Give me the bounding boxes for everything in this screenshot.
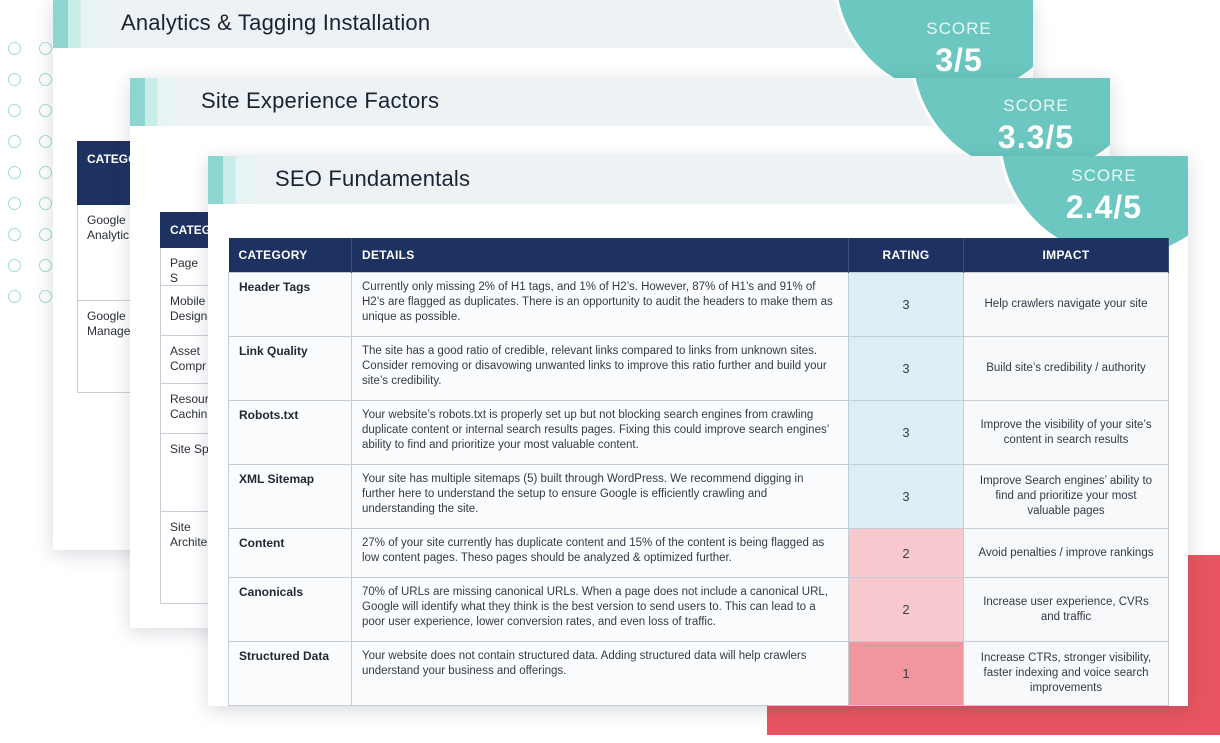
details-cell: Your website does not contain structured… — [351, 641, 849, 706]
seo-card: SEO Fundamentals SCORE 2.4/5 CATEGORY DE… — [208, 156, 1188, 706]
impact-cell: Help crawlers navigate your site — [963, 272, 1169, 337]
category-cell: Header Tags — [228, 272, 352, 337]
score-label: SCORE — [1003, 96, 1069, 115]
decorative-dot — [8, 166, 21, 179]
decorative-dot — [8, 228, 21, 241]
score-label: SCORE — [926, 19, 992, 38]
rating-cell: 3 — [848, 464, 964, 529]
column-header-rating: RATING — [848, 238, 964, 273]
details-cell: 27% of your site currently has duplicate… — [351, 528, 849, 578]
header-accent — [208, 156, 258, 204]
decorative-dot-grid — [8, 42, 58, 312]
decorative-dot — [8, 259, 21, 272]
score-value: 3.3/5 — [997, 119, 1075, 155]
category-column-header: CATEG — [160, 212, 210, 248]
category-cell: Link Quality — [228, 336, 352, 401]
card-title: Analytics & Tagging Installation — [121, 10, 431, 35]
category-cell: Page S — [161, 248, 209, 286]
column-header-impact: IMPACT — [963, 238, 1169, 273]
seo-table: CATEGORY DETAILS RATING IMPACT Header Ta… — [228, 238, 1169, 706]
decorative-dot — [39, 73, 52, 86]
rating-cell: 3 — [848, 336, 964, 401]
decorative-dot — [8, 197, 21, 210]
details-cell: Your website’s robots.txt is properly se… — [351, 400, 849, 465]
impact-cell: Increase user experience, CVRs and traff… — [963, 577, 1169, 642]
score-value: 2.4/5 — [1065, 189, 1143, 225]
decorative-dot — [39, 135, 52, 148]
decorative-dot — [8, 135, 21, 148]
category-column: Page S Mobile Design Asset Compr Resour … — [160, 248, 210, 604]
category-cell: Robots.txt — [228, 400, 352, 465]
header-accent — [53, 0, 103, 48]
decorative-dot — [39, 104, 52, 117]
category-cell: Resour Cachin — [161, 384, 209, 434]
card-title: SEO Fundamentals — [275, 166, 471, 191]
category-cell: Canonicals — [228, 577, 352, 642]
decorative-dot — [8, 104, 21, 117]
column-header-details: DETAILS — [351, 238, 849, 273]
table-header-row: CATEGORY DETAILS RATING IMPACT — [228, 238, 1169, 273]
impact-cell: Avoid penalties / improve rankings — [963, 528, 1169, 578]
category-cell: Site Sp — [161, 434, 209, 512]
details-cell: Currently only missing 2% of H1 tags, an… — [351, 272, 849, 337]
header-accent — [130, 78, 180, 126]
table-row: Header Tags Currently only missing 2% of … — [228, 272, 1169, 337]
rating-cell: 3 — [848, 272, 964, 337]
impact-cell: Build site’s credibility / authority — [963, 336, 1169, 401]
table-row: Robots.txt Your website’s robots.txt is p… — [228, 400, 1169, 465]
category-cell: Structured Data — [228, 641, 352, 706]
decorative-dot — [8, 290, 21, 303]
impact-cell: Improve Search engines’ ability to find … — [963, 464, 1169, 529]
rating-cell: 2 — [848, 528, 964, 578]
rating-cell: 2 — [848, 577, 964, 642]
decorative-dot — [39, 197, 52, 210]
impact-cell: Improve the visibility of your site’s co… — [963, 400, 1169, 465]
score-value: 3/5 — [935, 42, 983, 78]
category-cell: Asset Compr — [161, 336, 209, 384]
decorative-dot — [39, 228, 52, 241]
decorative-dot — [8, 73, 21, 86]
category-cell: Mobile Design — [161, 286, 209, 336]
category-cell: Content — [228, 528, 352, 578]
decorative-dot — [8, 42, 21, 55]
category-cell: XML Sitemap — [228, 464, 352, 529]
card-title: Site Experience Factors — [201, 88, 440, 113]
details-cell: Your site has multiple sitemaps (5) buil… — [351, 464, 849, 529]
table-row: Link Quality The site has a good ratio of… — [228, 336, 1169, 401]
decorative-dot — [39, 290, 52, 303]
score-label: SCORE — [1071, 166, 1137, 185]
decorative-dot — [39, 166, 52, 179]
rating-cell: 3 — [848, 400, 964, 465]
table-row: Content 27% of your site currently has du… — [228, 528, 1169, 578]
rating-cell: 1 — [848, 641, 964, 706]
decorative-dot — [39, 42, 52, 55]
decorative-dot — [39, 259, 52, 272]
details-cell: The site has a good ratio of credible, r… — [351, 336, 849, 401]
column-header-category: CATEGORY — [228, 238, 352, 273]
category-cell: Site Archite — [161, 512, 209, 604]
impact-cell: Increase CTRs, stronger visibility, fast… — [963, 641, 1169, 706]
table-row: XML Sitemap Your site has multiple sitema… — [228, 464, 1169, 529]
table-row: Canonicals 70% of URLs are missing canoni… — [228, 577, 1169, 642]
details-cell: 70% of URLs are missing canonical URLs. … — [351, 577, 849, 642]
table-row: Structured Data Your website does not con… — [228, 641, 1169, 706]
